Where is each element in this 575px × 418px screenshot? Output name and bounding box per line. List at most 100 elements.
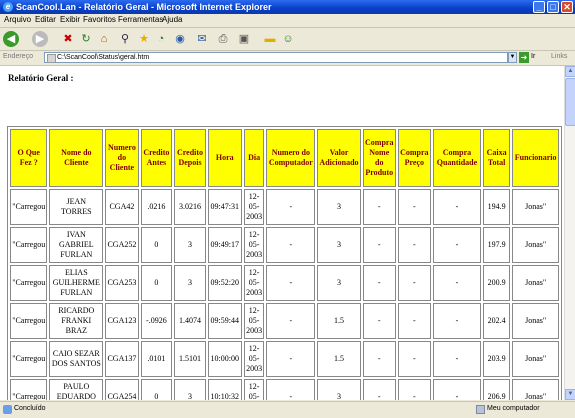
table-cell: 194.9 <box>483 189 511 225</box>
table-row: "Carregou IVAN GABRIEL FURLAN CGA252 0 3… <box>10 227 559 263</box>
column-header: Numero do Computador <box>266 129 316 187</box>
computer-icon <box>476 405 485 414</box>
column-header: Compra Preço <box>397 129 431 187</box>
menu-editar[interactable]: Editar <box>35 15 56 24</box>
table-row: "Carregou RICARDO FRANKI BRAZ CGA123 -.0… <box>10 303 559 339</box>
close-button[interactable]: ✕ <box>561 1 573 13</box>
table-cell: Jonas" <box>512 227 559 263</box>
table-cell: Jonas" <box>512 303 559 339</box>
address-value: C:\ScanCool\Status\geral.htm <box>57 54 150 61</box>
page-done-icon <box>3 405 12 414</box>
back-icon[interactable]: ◀ <box>3 31 19 47</box>
table-cell: 12-05-2003 <box>243 379 265 400</box>
column-header: Caixa Total <box>483 129 511 187</box>
table-cell: 0 <box>140 265 173 301</box>
table-cell: 10:00:00 <box>207 341 242 377</box>
scroll-down-icon[interactable]: ▼ <box>565 389 575 400</box>
favorites-icon[interactable]: ★ <box>136 31 152 47</box>
address-dropdown-icon[interactable]: ▼ <box>508 52 517 63</box>
table-cell: 09:52:20 <box>207 265 242 301</box>
table-cell: - <box>397 341 431 377</box>
maximize-button[interactable]: □ <box>547 1 559 13</box>
table-cell: 206.9 <box>483 379 511 400</box>
table-cell: 3 <box>317 265 361 301</box>
table-cell: 09:59:44 <box>207 303 242 339</box>
table-cell: 202.4 <box>483 303 511 339</box>
table-cell: 12-05-2003 <box>243 303 265 339</box>
table-cell: Jonas" <box>512 265 559 301</box>
table-cell: - <box>266 189 316 225</box>
column-header: Funcionario <box>512 129 559 187</box>
table-cell: 09:47:31 <box>207 189 242 225</box>
table-cell: - <box>432 265 482 301</box>
toolbar: ◀ ▶ ✖ ↻ ⌂ ⚲ ★ ◔ ◉ ✉ ⎙ ▣ ▬ ☺ <box>0 28 575 51</box>
page-title: Relatório Geral : <box>8 73 74 83</box>
search-icon[interactable]: ⚲ <box>117 31 133 47</box>
table-cell: "Carregou <box>10 227 48 263</box>
table-cell: 3 <box>317 227 361 263</box>
table-cell: 3.0216 <box>174 189 206 225</box>
table-cell: Jonas" <box>512 189 559 225</box>
table-cell: CGA123 <box>105 303 139 339</box>
table-cell: RICARDO FRANKI BRAZ <box>49 303 104 339</box>
table-cell: -.0926 <box>140 303 173 339</box>
stop-icon[interactable]: ✖ <box>60 31 76 47</box>
folder-icon[interactable]: ▬ <box>262 31 278 47</box>
window-title: ScanCool.Lan - Relatório Geral - Microso… <box>16 2 272 12</box>
go-button[interactable]: Ir <box>531 53 535 60</box>
table-cell: - <box>362 303 396 339</box>
table-cell: PAULO EDUARDO VITORIO <box>49 379 104 400</box>
print-icon[interactable]: ⎙ <box>215 31 231 47</box>
table-cell: - <box>266 227 316 263</box>
edit-icon[interactable]: ▣ <box>236 31 252 47</box>
table-cell: 1.5 <box>317 303 361 339</box>
address-input[interactable]: C:\ScanCool\Status\geral.htm <box>44 52 508 63</box>
column-header: Credito Antes <box>140 129 173 187</box>
menu-ajuda[interactable]: Ajuda <box>162 15 182 24</box>
media-icon[interactable]: ◉ <box>172 31 188 47</box>
forward-icon[interactable]: ▶ <box>32 31 48 47</box>
address-label: Endereço <box>3 53 33 60</box>
table-cell: - <box>362 379 396 400</box>
table-cell: 203.9 <box>483 341 511 377</box>
column-header: O Que Fez ? <box>10 129 48 187</box>
menu-favoritos[interactable]: Favoritos <box>83 15 116 24</box>
history-icon[interactable]: ◔ <box>153 31 169 47</box>
mail-icon[interactable]: ✉ <box>194 31 210 47</box>
table-cell: 3 <box>174 265 206 301</box>
address-bar: Endereço C:\ScanCool\Status\geral.htm ▼ … <box>0 51 575 66</box>
table-cell: - <box>266 303 316 339</box>
minimize-button[interactable]: _ <box>533 1 545 13</box>
table-cell: "Carregou <box>10 379 48 400</box>
scroll-thumb[interactable] <box>565 78 575 126</box>
table-cell: 3 <box>174 379 206 400</box>
table-row: "Carregou ELIAS GUILHERME FURLAN CGA253 … <box>10 265 559 301</box>
refresh-icon[interactable]: ↻ <box>78 31 94 47</box>
table-row: "Carregou JEAN TORRES CGA42 .0216 3.0216… <box>10 189 559 225</box>
table-cell: JEAN TORRES <box>49 189 104 225</box>
table-cell: 3 <box>317 379 361 400</box>
menu-exibir[interactable]: Exibir <box>60 15 80 24</box>
menu-ferramentas[interactable]: Ferramentas <box>118 15 163 24</box>
table-cell: CGA252 <box>105 227 139 263</box>
table-cell: - <box>397 227 431 263</box>
table-cell: 09:49:17 <box>207 227 242 263</box>
table-cell: - <box>432 189 482 225</box>
table-cell: Jonas" <box>512 379 559 400</box>
table-cell: .0216 <box>140 189 173 225</box>
table-cell: CGA253 <box>105 265 139 301</box>
table-cell: IVAN GABRIEL FURLAN <box>49 227 104 263</box>
scroll-up-icon[interactable]: ▲ <box>565 66 575 77</box>
table-row: "Carregou PAULO EDUARDO VITORIO CGA254 0… <box>10 379 559 400</box>
menu-arquivo[interactable]: Arquivo <box>4 15 31 24</box>
messenger-icon[interactable]: ☺ <box>280 31 296 47</box>
column-header: Compra Quantidade <box>432 129 482 187</box>
go-arrow-icon[interactable]: ➜ <box>519 52 529 63</box>
table-cell: CAIO SEZAR DOS SANTOS <box>49 341 104 377</box>
vertical-scrollbar[interactable]: ▲ ▼ <box>564 66 575 400</box>
table-cell: "Carregou <box>10 189 48 225</box>
table-cell: - <box>266 379 316 400</box>
column-header: Numero do Cliente <box>105 129 139 187</box>
home-icon[interactable]: ⌂ <box>96 31 112 47</box>
links-button[interactable]: Links <box>551 53 567 60</box>
